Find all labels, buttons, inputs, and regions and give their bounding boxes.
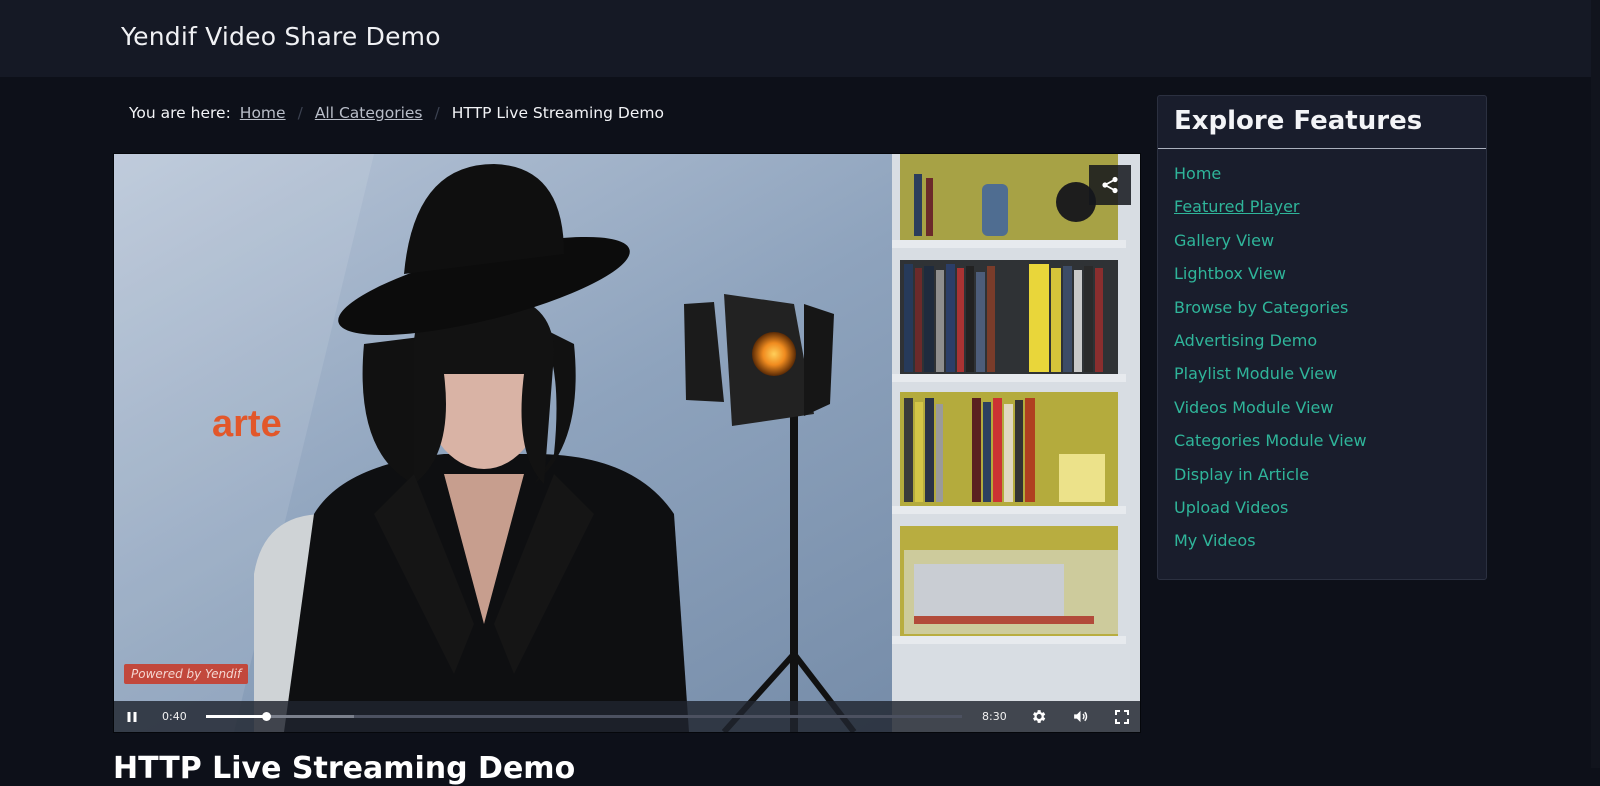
- site-title[interactable]: Yendif Video Share Demo: [121, 22, 441, 51]
- play-pause-button[interactable]: [118, 701, 146, 732]
- menu-item-label[interactable]: Categories Module View: [1174, 431, 1367, 450]
- menu-item-featured-player[interactable]: Featured Player: [1174, 194, 1486, 227]
- menu-item-label[interactable]: Browse by Categories: [1174, 298, 1348, 317]
- menu-item-upload-videos[interactable]: Upload Videos: [1174, 495, 1486, 528]
- volume-button[interactable]: [1066, 701, 1094, 732]
- menu-item-label[interactable]: My Videos: [1174, 531, 1256, 550]
- arte-watermark: arte: [212, 403, 282, 445]
- menu-item-home[interactable]: Home: [1174, 161, 1486, 194]
- page-scrollbar[interactable]: [1591, 0, 1600, 768]
- breadcrumb-separator: /: [434, 104, 440, 122]
- breadcrumb-label: You are here:: [129, 104, 231, 122]
- menu-item-gallery-view[interactable]: Gallery View: [1174, 228, 1486, 261]
- seek-bar[interactable]: [206, 712, 962, 721]
- duration: 8:30: [982, 710, 1007, 723]
- current-time: 0:40: [162, 710, 187, 723]
- played-bar: [206, 715, 267, 718]
- menu-item-label[interactable]: Home: [1174, 164, 1221, 183]
- explore-features-sidebar: Explore Features Home Featured Player Ga…: [1157, 95, 1487, 580]
- fullscreen-button[interactable]: [1108, 701, 1136, 732]
- breadcrumb: You are here: Home / All Categories / HT…: [129, 104, 664, 122]
- menu-item-browse-by-categories[interactable]: Browse by Categories: [1174, 295, 1486, 328]
- menu-item-label[interactable]: Gallery View: [1174, 231, 1274, 250]
- menu-item-label[interactable]: Videos Module View: [1174, 398, 1333, 417]
- video-player[interactable]: arte Powered by Yendif 0:40 8:30: [113, 153, 1141, 733]
- menu-item-label[interactable]: Playlist Module View: [1174, 364, 1337, 383]
- share-icon: [1102, 176, 1118, 194]
- player-control-bar: 0:40 8:30: [114, 701, 1140, 732]
- sidebar-title: Explore Features: [1158, 96, 1486, 149]
- feature-menu: Home Featured Player Gallery View Lightb…: [1158, 149, 1486, 562]
- breadcrumb-home-link[interactable]: Home: [240, 104, 286, 122]
- menu-item-label[interactable]: Advertising Demo: [1174, 331, 1317, 350]
- menu-item-videos-module-view[interactable]: Videos Module View: [1174, 395, 1486, 428]
- share-button[interactable]: [1089, 165, 1131, 205]
- menu-item-display-in-article[interactable]: Display in Article: [1174, 462, 1486, 495]
- breadcrumb-current: HTTP Live Streaming Demo: [451, 104, 664, 122]
- seek-handle[interactable]: [262, 712, 272, 721]
- menu-item-label[interactable]: Featured Player: [1174, 197, 1300, 216]
- site-header: Yendif Video Share Demo: [0, 0, 1600, 77]
- breadcrumb-categories-link[interactable]: All Categories: [315, 104, 423, 122]
- breadcrumb-separator: /: [297, 104, 303, 122]
- volume-icon: [1073, 710, 1087, 723]
- pause-icon: [127, 711, 137, 722]
- settings-button[interactable]: [1024, 701, 1052, 732]
- menu-item-lightbox-view[interactable]: Lightbox View: [1174, 261, 1486, 294]
- menu-item-my-videos[interactable]: My Videos: [1174, 528, 1486, 561]
- menu-item-categories-module-view[interactable]: Categories Module View: [1174, 428, 1486, 461]
- menu-item-playlist-module-view[interactable]: Playlist Module View: [1174, 361, 1486, 394]
- menu-item-label[interactable]: Upload Videos: [1174, 498, 1288, 517]
- video-frame[interactable]: arte: [114, 154, 1140, 732]
- menu-item-label[interactable]: Lightbox View: [1174, 264, 1286, 283]
- menu-item-label[interactable]: Display in Article: [1174, 465, 1309, 484]
- fullscreen-icon: [1115, 709, 1129, 724]
- video-title: HTTP Live Streaming Demo: [113, 751, 576, 786]
- gear-icon: [1032, 710, 1045, 723]
- menu-item-advertising-demo[interactable]: Advertising Demo: [1174, 328, 1486, 361]
- powered-by-badge[interactable]: Powered by Yendif: [124, 664, 249, 684]
